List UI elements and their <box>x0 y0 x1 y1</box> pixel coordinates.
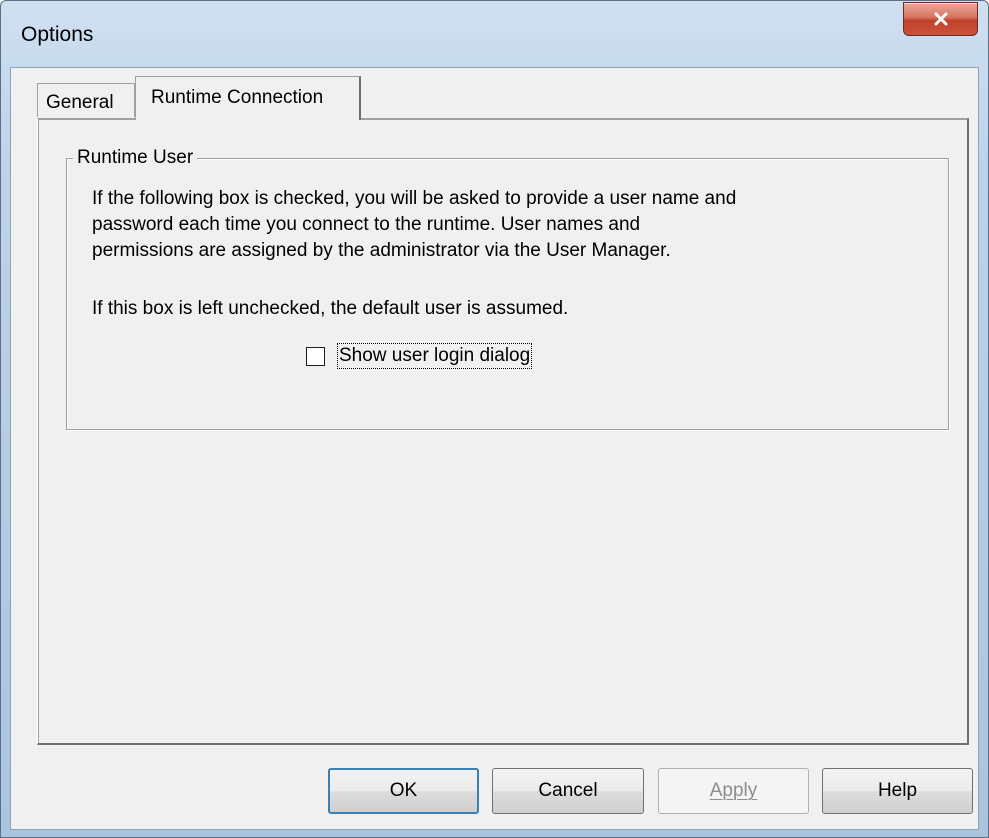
dialog-client-area: General Runtime Connection Runtime User … <box>10 67 979 830</box>
tab-general[interactable]: General <box>37 83 135 117</box>
show-login-checkbox-row[interactable]: Show user login dialog <box>306 343 533 369</box>
show-login-checkbox-label[interactable]: Show user login dialog <box>336 343 533 369</box>
close-button[interactable] <box>903 2 978 36</box>
close-icon <box>934 12 947 26</box>
apply-label: Apply <box>709 780 758 801</box>
options-dialog-window: Options General Runtime Connection Runti… <box>0 0 989 838</box>
title-bar[interactable]: Options <box>1 1 988 67</box>
description-paragraph: If the following box is checked, you wil… <box>92 188 737 261</box>
unchecked-note: If this box is left unchecked, the defau… <box>92 298 569 319</box>
tab-runtime-connection-label: Runtime Connection <box>151 87 324 108</box>
tab-runtime-connection[interactable]: Runtime Connection <box>135 76 361 120</box>
show-login-checkbox[interactable] <box>306 346 325 366</box>
ok-button[interactable]: OK <box>328 768 479 814</box>
apply-button[interactable]: Apply <box>658 768 809 814</box>
help-button[interactable]: Help <box>822 768 973 814</box>
window-title: Options <box>21 23 94 46</box>
groupbox-label: Runtime User <box>73 147 198 169</box>
cancel-button[interactable]: Cancel <box>492 768 644 814</box>
tab-general-label: General <box>46 92 114 113</box>
